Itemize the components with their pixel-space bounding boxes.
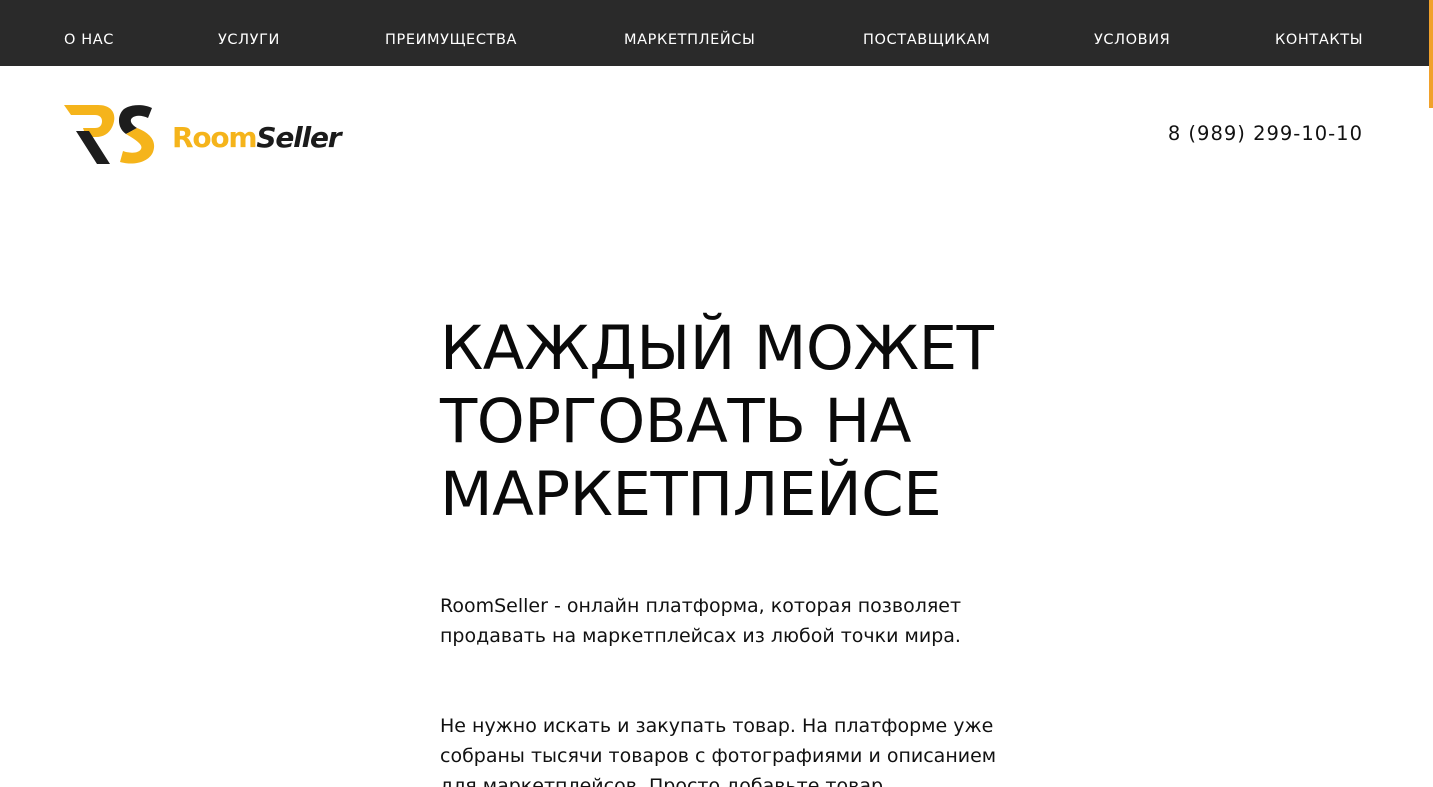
nav-link-about[interactable]: О НАС (64, 32, 114, 48)
nav-item-about: О НАС (64, 0, 114, 66)
hero-title-line: КАЖДЫЙ МОЖЕТ (440, 313, 994, 384)
details-line: Не нужно искать и закупать товар. На пла… (440, 715, 994, 737)
hero-title-line: ТОРГОВАТЬ НА (440, 386, 911, 457)
top-nav: О НАС УСЛУГИ ПРЕИМУЩЕСТВА МАРКЕТПЛЕЙСЫ П… (0, 0, 1433, 66)
logo-seller-text: Seller (256, 121, 341, 154)
logo[interactable]: RoomSeller (64, 104, 344, 166)
description-line: продавать на маркетплейсах из любой точк… (440, 625, 961, 647)
phone-number[interactable]: 8 (989) 299-10-10 (1168, 122, 1363, 145)
nav-link-services[interactable]: УСЛУГИ (218, 32, 280, 48)
nav-item-contacts: КОНТАКТЫ (1275, 0, 1363, 66)
nav-link-suppliers[interactable]: ПОСТАВЩИКАМ (863, 32, 990, 48)
nav-item-services: УСЛУГИ (218, 0, 280, 66)
details-line: для маркетплейсов. Просто добавьте товар (440, 775, 884, 787)
scrollbar-thumb[interactable] (1429, 0, 1433, 108)
nav-link-contacts[interactable]: КОНТАКТЫ (1275, 32, 1363, 48)
details-line: собраны тысячи товаров с фотографиями и … (440, 745, 997, 767)
hero-description: RoomSeller - онлайн платформа, которая п… (440, 591, 1000, 651)
page: О НАС УСЛУГИ ПРЕИМУЩЕСТВА МАРКЕТПЛЕЙСЫ П… (0, 0, 1433, 787)
nav-link-terms[interactable]: УСЛОВИЯ (1094, 32, 1170, 48)
logo-room-text: Room (172, 121, 258, 154)
hero-title-line: МАРКЕТПЛЕЙСЕ (440, 459, 942, 530)
hero-title: КАЖДЫЙ МОЖЕТ ТОРГОВАТЬ НА МАРКЕТПЛЕЙСЕ (440, 312, 1080, 531)
nav-item-marketplaces: МАРКЕТПЛЕЙСЫ (624, 0, 755, 66)
nav-item-suppliers: ПОСТАВЩИКАМ (863, 0, 990, 66)
nav-link-marketplaces[interactable]: МАРКЕТПЛЕЙСЫ (624, 32, 755, 48)
logo-wordmark: RoomSeller (172, 120, 342, 156)
description-line: RoomSeller - онлайн платформа, которая п… (440, 595, 962, 617)
nav-item-terms: УСЛОВИЯ (1094, 0, 1170, 66)
hero-details: Не нужно искать и закупать товар. На пла… (440, 711, 1000, 787)
nav-item-advantages: ПРЕИМУЩЕСТВА (385, 0, 517, 66)
rs-monogram-icon (64, 105, 155, 164)
nav-link-advantages[interactable]: ПРЕИМУЩЕСТВА (385, 32, 517, 48)
